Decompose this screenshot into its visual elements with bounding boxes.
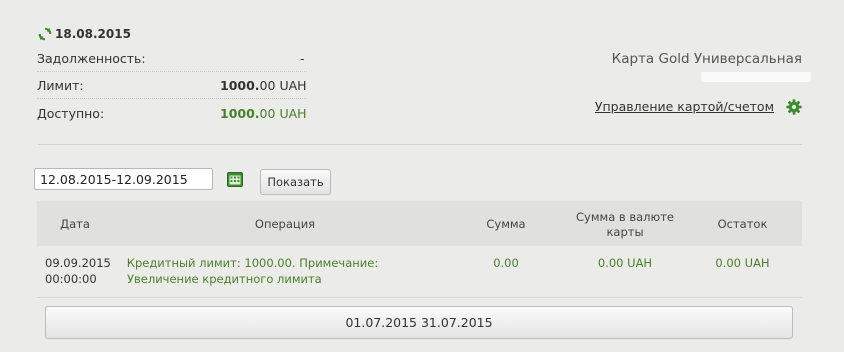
limit-label: Лимит: <box>37 78 84 93</box>
available-dec: 00 <box>259 106 276 121</box>
limit-dec: 00 <box>259 78 276 93</box>
column-header-balance: Остаток <box>717 217 768 231</box>
available-currency: UAH <box>279 106 307 121</box>
period-button[interactable]: 01.07.2015 31.07.2015 <box>45 306 793 339</box>
available-label: Доступно: <box>37 106 105 121</box>
debt-value: - <box>300 51 305 66</box>
row-operation-line1: Кредитный лимит: 1000.00. Примечание: <box>126 256 379 270</box>
column-header-amount-card-line1: Сумма в валюте <box>576 210 674 224</box>
date-range-input[interactable] <box>34 168 213 190</box>
column-header-amount-card-line2: карты <box>606 225 644 239</box>
masked-card-number <box>701 72 811 82</box>
statement-date: 18.08.2015 <box>55 27 131 41</box>
section-separator <box>38 144 802 145</box>
available-value: 1000.00 UAH <box>220 106 307 121</box>
column-header-amount: Сумма <box>486 217 526 231</box>
divider <box>37 71 307 72</box>
column-header-operation: Операция <box>254 217 316 231</box>
row-balance: 0.00 UAH <box>715 256 770 270</box>
gear-icon[interactable] <box>786 99 802 115</box>
statement-date-header: 18.08.2015 <box>38 27 131 41</box>
limit-value: 1000.00 UAH <box>220 78 307 93</box>
available-int: 1000. <box>220 106 260 121</box>
row-amount-card: 0.00 UAH <box>597 256 653 270</box>
show-button[interactable]: Показать <box>260 169 331 195</box>
card-name: Карта Gold Универсальная <box>611 51 802 67</box>
row-operation-line2: Увеличение кредитного лимита <box>127 272 322 286</box>
refresh-icon[interactable] <box>38 27 52 41</box>
table-bottom-border <box>37 297 802 298</box>
row-date: 09.09.2015 00:00:00 <box>45 255 111 287</box>
debt-label: Задолженность: <box>37 51 146 66</box>
manage-card-link[interactable]: Управление картой/счетом <box>595 99 774 114</box>
row-date-time: 00:00:00 <box>45 272 97 286</box>
limit-currency: UAH <box>279 78 307 93</box>
column-header-date: Дата <box>60 217 90 231</box>
column-header-amount-card: Сумма в валюте карты <box>560 210 690 240</box>
row-date-day: 09.09.2015 <box>45 256 111 270</box>
row-operation: Кредитный лимит: 1000.00. Примечание: Ув… <box>115 255 390 287</box>
calendar-icon[interactable] <box>227 172 243 187</box>
row-amount: 0.00 <box>493 256 519 270</box>
limit-int: 1000. <box>220 78 260 93</box>
divider <box>37 98 307 99</box>
